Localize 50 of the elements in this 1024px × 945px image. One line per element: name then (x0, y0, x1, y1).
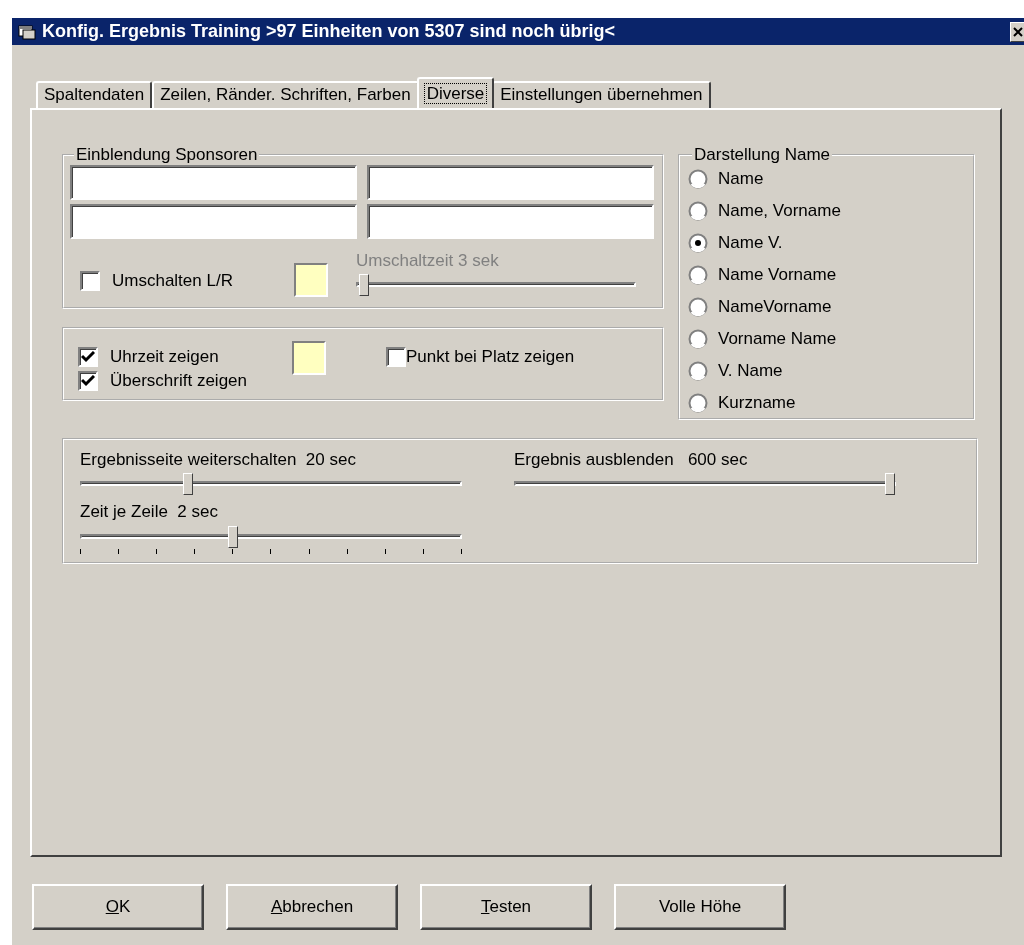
color-swatch[interactable] (292, 341, 326, 375)
slider-label: Ergebnisseite weiterschalten 20 sec (80, 450, 357, 471)
checkbox-label: Überschrift zeigen (110, 371, 247, 392)
text-field[interactable] (70, 165, 357, 200)
radio-label: NameVorname (718, 296, 832, 318)
window-title: Konfig. Ergebnis Training >97 Einheiten von 5307 sind noch übrig< (42, 20, 616, 43)
radio-button[interactable] (688, 169, 708, 189)
checkbox[interactable] (386, 347, 406, 368)
color-swatch[interactable] (294, 263, 328, 297)
radio-button[interactable] (688, 329, 708, 349)
slider-thumb[interactable] (228, 525, 239, 548)
app-icon (18, 23, 36, 40)
checkbox-label: Punkt bei Platz zeigen (406, 347, 575, 368)
radio-button[interactable] (688, 297, 708, 317)
group-label: Einblendung Sponsoren (75, 146, 259, 163)
tab[interactable]: Spaltendaten (36, 81, 153, 108)
text-field[interactable] (70, 204, 357, 239)
radio-label: Name (718, 168, 764, 190)
text-field[interactable] (367, 165, 654, 200)
slider-label: Ergebnis ausblenden 600 sec (514, 450, 749, 471)
radio-label: Name, Vorname (718, 200, 841, 222)
slider-label: Zeit je Zeile 2 sec (80, 502, 219, 523)
radio-label: Name Vorname (718, 264, 837, 286)
slider-thumb[interactable] (885, 473, 896, 496)
checkbox[interactable] (78, 347, 98, 368)
dialog-button[interactable]: OK (32, 884, 204, 930)
tab[interactable]: Diverse (416, 77, 495, 108)
close-button[interactable] (1010, 21, 1024, 42)
tab[interactable]: Einstellungen übernehmen (492, 81, 711, 108)
radio-label: Vorname Name (718, 328, 837, 350)
text-field[interactable] (367, 204, 654, 239)
radio-button[interactable] (688, 233, 708, 253)
radio-button[interactable] (688, 393, 708, 413)
tab[interactable]: Zeilen, Ränder. Schriften, Farben (152, 81, 419, 108)
slider-thumb[interactable] (182, 473, 193, 496)
radio-button[interactable] (688, 201, 708, 221)
dialog-button[interactable]: Volle Höhe (614, 884, 786, 930)
checkbox-label: Uhrzeit zeigen (110, 347, 219, 368)
checkbox[interactable] (78, 371, 98, 392)
radio-label: Name V. (718, 232, 783, 254)
group-label: Darstellung Name (693, 146, 832, 163)
slider-label: Umschaltzeit 3 sek (356, 251, 500, 272)
radio-button[interactable] (688, 361, 708, 381)
radio-label: V. Name (718, 360, 783, 382)
dialog-button[interactable]: Testen (420, 884, 592, 930)
radio-button[interactable] (688, 265, 708, 285)
radio-label: Kurzname (718, 392, 796, 414)
checkbox-label: Umschalten L/R (112, 271, 233, 292)
checkbox[interactable] (80, 271, 100, 292)
dialog-button[interactable]: Abbrechen (226, 884, 398, 930)
